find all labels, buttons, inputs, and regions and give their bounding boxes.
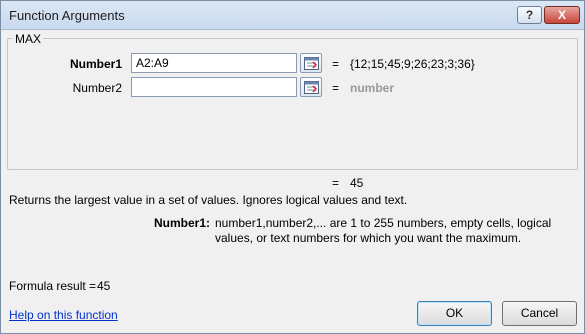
argument-help-label: Number1: <box>154 216 211 230</box>
function-result-equals: = <box>332 176 340 190</box>
collapse-dialog-icon <box>304 57 319 70</box>
number1-collapse-button[interactable] <box>300 53 322 73</box>
formula-result-label: Formula result = <box>9 279 97 293</box>
function-arguments-dialog: Function Arguments ? X MAX Number1 = {12… <box>0 0 585 334</box>
argument-label-number2: Number2 <box>72 81 122 95</box>
title-bar: Function Arguments ? X <box>1 1 584 30</box>
number1-equals: = <box>332 57 340 71</box>
close-button[interactable]: X <box>544 6 580 24</box>
function-result-value: 45 <box>350 176 364 190</box>
help-button[interactable]: ? <box>517 6 542 24</box>
ok-button[interactable]: OK <box>417 301 492 326</box>
collapse-dialog-icon <box>304 81 319 94</box>
formula-result-value: 45 <box>97 279 111 293</box>
number2-input[interactable] <box>131 77 297 97</box>
number2-equals: = <box>332 81 340 95</box>
function-description: Returns the largest value in a set of va… <box>9 193 408 207</box>
help-on-function-link[interactable]: Help on this function <box>9 308 118 322</box>
cancel-button[interactable]: Cancel <box>502 301 577 326</box>
argument-help-text: number1,number2,... are 1 to 255 numbers… <box>215 216 552 245</box>
number2-collapse-button[interactable] <box>300 77 322 97</box>
argument-label-number1: Number1 <box>69 57 122 71</box>
dialog-title: Function Arguments <box>9 8 125 23</box>
number1-evaluated-value: {12;15;45;9;26;23;3;36} <box>350 57 475 71</box>
number1-input[interactable] <box>131 53 297 73</box>
function-name: MAX <box>13 32 44 46</box>
number2-evaluated-hint: number <box>350 81 395 95</box>
